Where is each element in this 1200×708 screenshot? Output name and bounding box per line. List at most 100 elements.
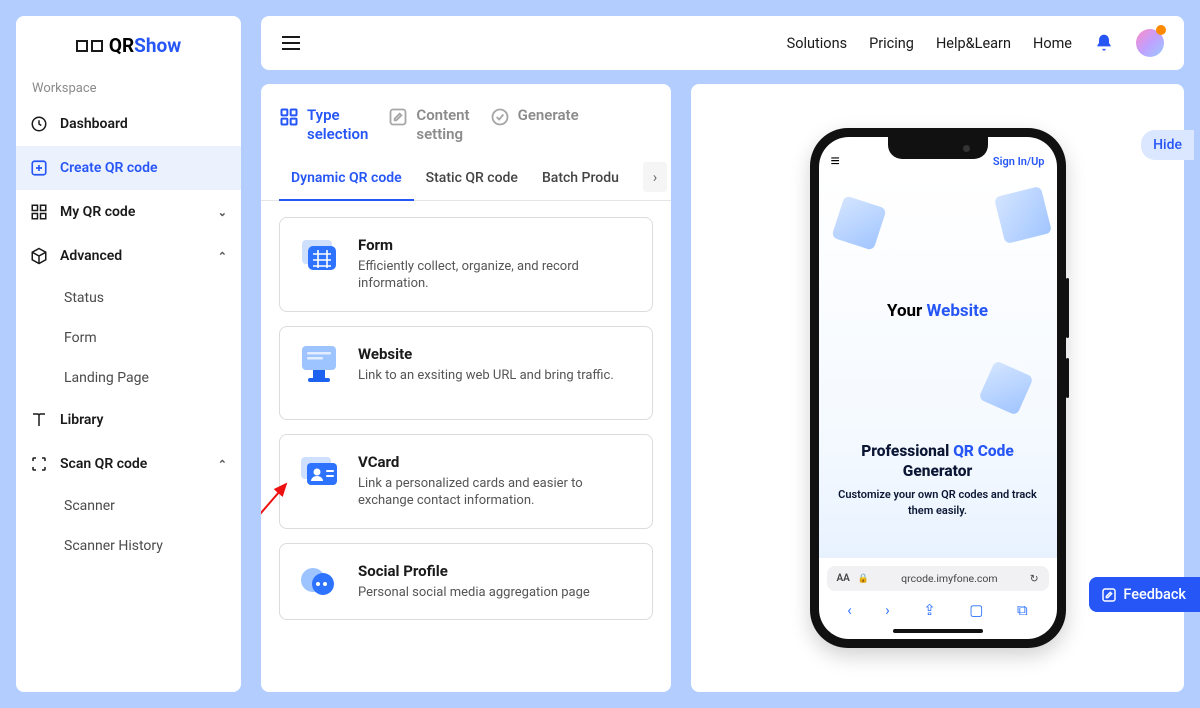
- card-desc: Efficiently collect, organize, and recor…: [358, 258, 634, 293]
- phone-mockup: ≡ Sign In/Up Your Website Professional: [810, 128, 1066, 648]
- qr-cube-icon: [831, 195, 886, 250]
- plus-icon: [30, 159, 48, 177]
- grid-icon: [279, 107, 299, 127]
- card-list: Form Efficiently collect, organize, and …: [261, 201, 671, 637]
- sidebar: QRShow Workspace Dashboard Create QR cod…: [16, 16, 241, 692]
- card-website[interactable]: Website Link to an exsiting web URL and …: [279, 326, 653, 420]
- nav-home[interactable]: Home: [1033, 35, 1072, 52]
- sidebar-item-label: Scan QR code: [60, 456, 147, 472]
- sidebar-section-label: Workspace: [16, 71, 241, 102]
- phone-hero-1: Your Website: [831, 301, 1045, 321]
- avatar[interactable]: [1136, 29, 1164, 57]
- step-label: Type selection: [307, 106, 368, 144]
- step-content-setting[interactable]: Content setting: [388, 106, 469, 144]
- brand-post: Show: [134, 34, 181, 57]
- monitor-icon: [298, 345, 340, 383]
- card-social-profile[interactable]: Social Profile Personal social media agg…: [279, 543, 653, 621]
- feedback-button[interactable]: Feedback: [1089, 577, 1200, 612]
- step-label: Content setting: [416, 106, 469, 144]
- tab-static-qr[interactable]: Static QR code: [414, 158, 530, 200]
- form-icon: [298, 236, 340, 274]
- phone-url: qrcode.imyfone.com: [877, 572, 1022, 585]
- sidebar-item-label: Library: [60, 412, 104, 428]
- scan-icon: [30, 455, 48, 473]
- chat-icon: [298, 562, 340, 600]
- phone-notch: [888, 137, 988, 159]
- phone-menu-icon[interactable]: ≡: [831, 151, 840, 171]
- vcard-icon: [298, 453, 340, 491]
- sidebar-item-label: Dashboard: [60, 116, 128, 132]
- card-desc: Personal social media aggregation page: [358, 584, 590, 602]
- chevron-right-icon: ›: [653, 168, 658, 186]
- grid-icon: [30, 203, 48, 221]
- brand-pre: QR: [109, 34, 134, 57]
- sidebar-item-label: Advanced: [60, 248, 122, 264]
- share-icon[interactable]: ⇪: [923, 601, 936, 619]
- type-tabs: Dynamic QR code Static QR code Batch Pro…: [261, 158, 671, 201]
- step-label: Generate: [518, 106, 579, 125]
- nav-solutions[interactable]: Solutions: [787, 35, 847, 52]
- sidebar-sub-scanner-history[interactable]: Scanner History: [16, 526, 241, 566]
- card-desc: Link a personalized cards and easier to …: [358, 475, 634, 510]
- phone-subtitle: Customize your own QR codes and track th…: [831, 487, 1045, 518]
- topbar: Solutions Pricing Help&Learn Home: [261, 16, 1184, 70]
- hamburger-icon[interactable]: [281, 35, 301, 51]
- create-panel: Type selection Content setting Generate: [261, 84, 671, 692]
- sidebar-sub-scanner[interactable]: Scanner: [16, 486, 241, 526]
- sidebar-sub-status[interactable]: Status: [16, 278, 241, 318]
- tabs-next-button[interactable]: ›: [643, 162, 667, 192]
- sidebar-item-library[interactable]: Library: [16, 398, 241, 442]
- hide-preview-button[interactable]: Hide: [1141, 130, 1194, 160]
- sidebar-item-scan[interactable]: Scan QR code ⌃: [16, 442, 241, 486]
- bell-icon[interactable]: [1094, 33, 1114, 53]
- sidebar-item-label: Create QR code: [60, 160, 158, 176]
- card-title: Social Profile: [358, 562, 590, 580]
- phone-signin-link[interactable]: Sign In/Up: [993, 155, 1045, 168]
- dashboard-icon: [30, 115, 48, 133]
- edit-icon: [388, 107, 408, 127]
- card-title: Website: [358, 345, 614, 363]
- phone-screen: ≡ Sign In/Up Your Website Professional: [819, 137, 1057, 639]
- sidebar-item-label: My QR code: [60, 204, 135, 220]
- text-size-icon[interactable]: AA: [837, 573, 850, 584]
- cube-icon: [30, 247, 48, 265]
- bookmarks-icon[interactable]: ▢: [969, 601, 983, 619]
- edit-icon: [1101, 587, 1117, 603]
- tab-dynamic-qr[interactable]: Dynamic QR code: [279, 158, 414, 201]
- sidebar-item-my-qr[interactable]: My QR code ⌄: [16, 190, 241, 234]
- sidebar-sub-form[interactable]: Form: [16, 318, 241, 358]
- tabs-icon[interactable]: ⧉: [1017, 601, 1028, 619]
- logo[interactable]: QRShow: [16, 16, 241, 71]
- card-vcard[interactable]: VCard Link a personalized cards and easi…: [279, 434, 653, 529]
- book-icon: [30, 411, 48, 429]
- home-indicator: [893, 629, 983, 633]
- back-icon[interactable]: ‹: [847, 601, 852, 619]
- card-title: VCard: [358, 453, 634, 471]
- chevron-down-icon: ⌄: [218, 206, 227, 219]
- step-type-selection[interactable]: Type selection: [279, 106, 368, 144]
- nav-help[interactable]: Help&Learn: [936, 35, 1011, 52]
- tab-batch[interactable]: Batch Produ: [530, 158, 631, 200]
- card-form[interactable]: Form Efficiently collect, organize, and …: [279, 217, 653, 312]
- sidebar-item-create-qr[interactable]: Create QR code: [16, 146, 241, 190]
- qr-cube-icon: [978, 360, 1033, 415]
- card-title: Form: [358, 236, 634, 254]
- qr-cube-icon: [993, 186, 1051, 244]
- phone-bottom-toolbar: ‹ › ⇪ ▢ ⧉: [819, 595, 1057, 629]
- phone-url-bar[interactable]: AA 🔒 qrcode.imyfone.com ↻: [827, 566, 1049, 591]
- lock-icon: 🔒: [858, 574, 869, 584]
- qr-logo-icon: [76, 40, 103, 52]
- sidebar-item-dashboard[interactable]: Dashboard: [16, 102, 241, 146]
- stepper: Type selection Content setting Generate: [261, 84, 671, 158]
- sidebar-item-advanced[interactable]: Advanced ⌃: [16, 234, 241, 278]
- sidebar-sub-landing[interactable]: Landing Page: [16, 358, 241, 398]
- check-circle-icon: [490, 107, 510, 127]
- forward-icon[interactable]: ›: [885, 601, 890, 619]
- nav-pricing[interactable]: Pricing: [869, 35, 914, 52]
- chevron-up-icon: ⌃: [218, 250, 227, 263]
- reload-icon[interactable]: ↻: [1030, 572, 1039, 585]
- step-generate[interactable]: Generate: [490, 106, 579, 144]
- chevron-up-icon: ⌃: [218, 458, 227, 471]
- card-desc: Link to an exsiting web URL and bring tr…: [358, 367, 614, 385]
- feedback-label: Feedback: [1123, 586, 1186, 603]
